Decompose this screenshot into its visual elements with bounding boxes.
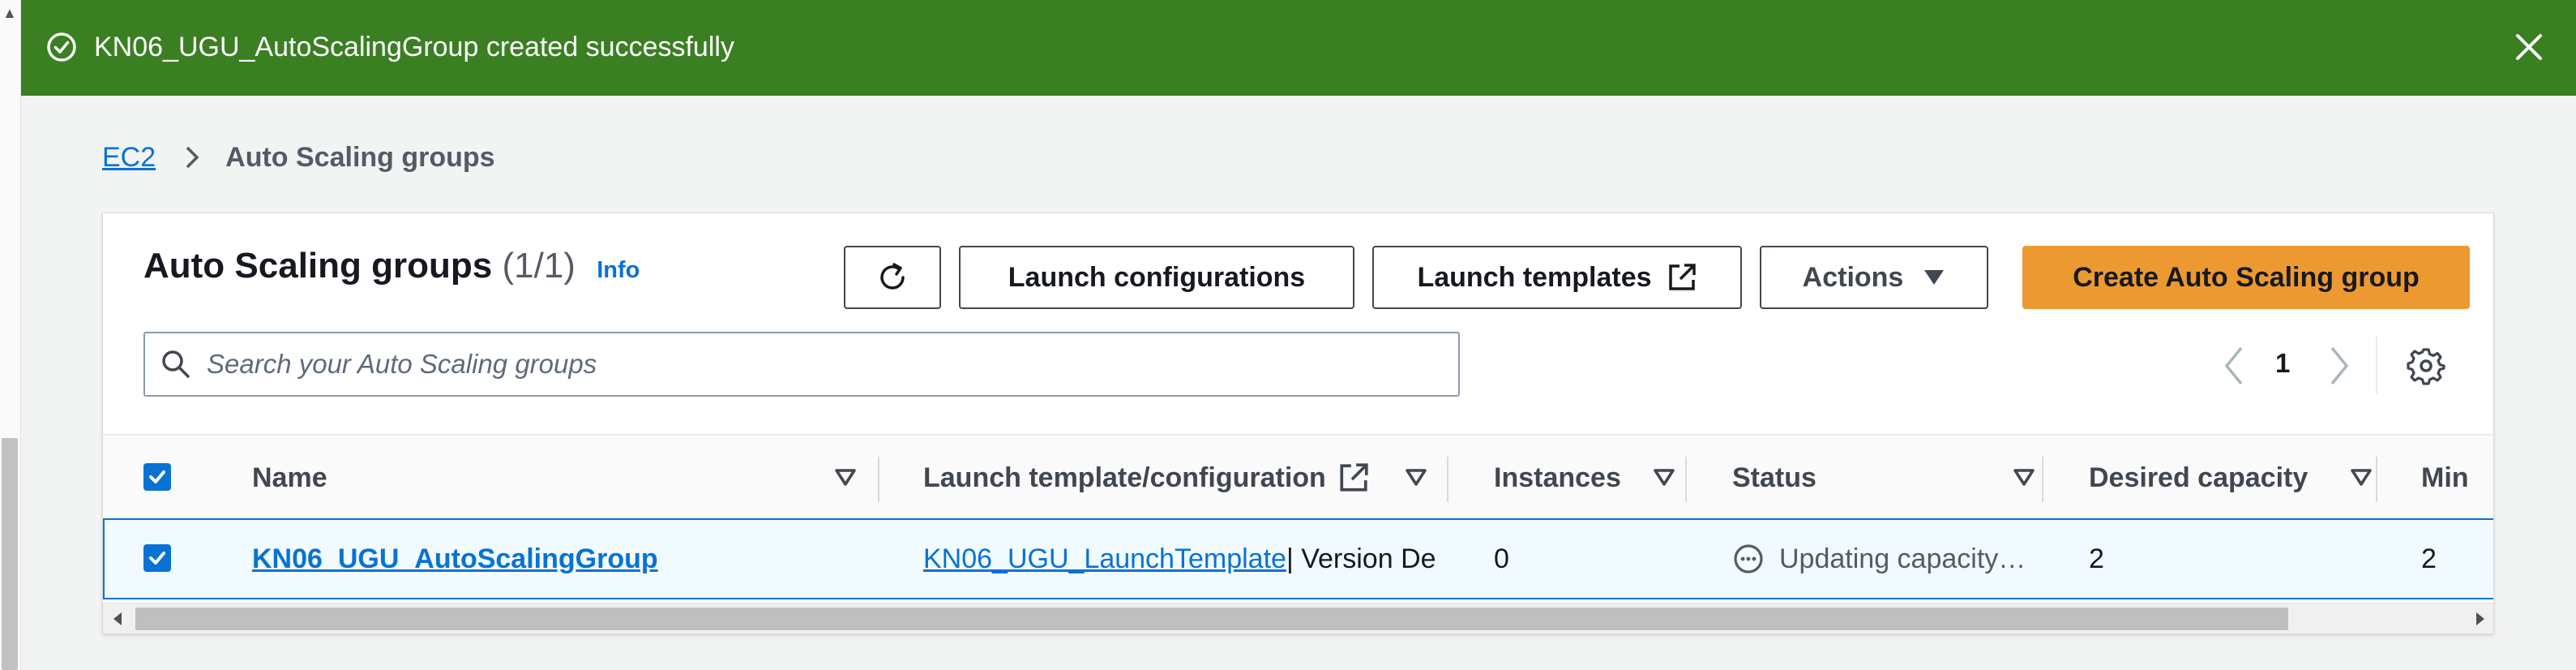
search-box[interactable] [143, 332, 1460, 397]
column-header-min[interactable]: Min [2421, 436, 2493, 520]
cell-name: KN06_UGU_AutoScalingGroup [252, 520, 658, 598]
scroll-up-icon[interactable]: ▲ [2, 5, 17, 22]
column-header-name[interactable]: Name [252, 436, 873, 520]
launch-template-link[interactable]: KN06_UGU_LaunchTemplate [923, 543, 1286, 575]
panel-count: (1/1) [502, 246, 576, 286]
breadcrumb-link-ec2[interactable]: EC2 [102, 142, 156, 174]
create-label: Create Auto Scaling group [2073, 261, 2420, 293]
launch-configurations-button[interactable]: Launch configurations [959, 246, 1354, 309]
pending-icon [1734, 544, 1763, 573]
current-page-number[interactable]: 1 [2275, 348, 2290, 379]
checkmark-icon [149, 552, 165, 565]
cell-min: 2 [2421, 520, 2437, 598]
scroll-right-icon[interactable] [2474, 611, 2487, 627]
column-header-desired-capacity-label: Desired capacity [2089, 462, 2309, 493]
column-header-desired-capacity[interactable]: Desired capacity [2089, 436, 2381, 520]
flash-message: KN06_UGU_AutoScalingGroup created succes… [94, 32, 734, 62]
table-header: Name Launch template/configuration Insta… [103, 434, 2493, 520]
sort-caret-icon[interactable] [2013, 468, 2035, 487]
launch-configurations-label: Launch configurations [1008, 261, 1306, 293]
breadcrumb: EC2 Auto Scaling groups [102, 136, 495, 178]
sort-caret-icon[interactable] [834, 468, 857, 487]
cell-desired-capacity: 2 [2089, 520, 2104, 598]
gear-icon[interactable] [2407, 346, 2445, 385]
check-circle-icon [47, 32, 76, 62]
select-all-checkbox[interactable] [143, 463, 171, 491]
column-header-status[interactable]: Status [1732, 436, 2040, 520]
column-header-status-label: Status [1732, 462, 1816, 493]
column-header-launch-template-label: Launch template/configuration [923, 462, 1326, 493]
next-page-icon[interactable] [2324, 341, 2356, 390]
pagination-divider [2376, 337, 2377, 393]
min-value: 2 [2421, 543, 2437, 574]
auto-scaling-groups-panel: Auto Scaling groups (1/1) Info Launch co… [102, 213, 2494, 634]
column-header-instances[interactable]: Instances [1494, 436, 1688, 520]
horizontal-scrollbar-thumb[interactable] [135, 608, 2288, 630]
checkmark-icon [149, 470, 165, 483]
table-row[interactable]: KN06_UGU_AutoScalingGroup KN06_UGU_Launc… [103, 518, 2493, 599]
panel-title: Auto Scaling groups (1/1) Info [143, 246, 640, 286]
desired-capacity-value: 2 [2089, 543, 2104, 574]
sort-caret-icon[interactable] [1653, 468, 1675, 487]
actions-label: Actions [1802, 261, 1904, 293]
cell-status: Updating capacity… [1732, 520, 2040, 598]
column-header-min-label: Min [2421, 462, 2469, 493]
breadcrumb-current: Auto Scaling groups [225, 141, 495, 173]
page-scrollbar-thumb[interactable] [2, 438, 18, 670]
cell-launch-template: KN06_UGU_LaunchTemplate | Version De [923, 520, 1450, 598]
column-divider[interactable] [1447, 457, 1448, 502]
instances-value: 0 [1494, 543, 1509, 574]
previous-page-icon[interactable] [2217, 341, 2249, 390]
group-name-link[interactable]: KN06_UGU_AutoScalingGroup [252, 543, 658, 575]
launch-templates-button[interactable]: Launch templates [1372, 246, 1742, 309]
row-checkbox[interactable] [143, 544, 171, 572]
chevron-right-icon [186, 146, 199, 169]
column-divider[interactable] [2042, 457, 2043, 502]
refresh-icon [880, 263, 905, 290]
status-text: Updating capacity… [1779, 543, 2026, 574]
column-header-launch-template-cell[interactable]: Launch template/configuration [923, 436, 1442, 520]
search-icon [162, 350, 190, 378]
page-scrollbar[interactable]: ▲ [0, 0, 21, 670]
close-icon[interactable] [2513, 31, 2545, 63]
launch-template-version: | Version De [1286, 543, 1436, 574]
success-flash-banner: KN06_UGU_AutoScalingGroup created succes… [21, 0, 2576, 96]
scroll-left-icon[interactable] [111, 611, 124, 627]
main-content: KN06_UGU_AutoScalingGroup created succes… [21, 0, 2576, 670]
sort-caret-icon[interactable] [2350, 468, 2373, 487]
column-header-instances-label: Instances [1494, 462, 1621, 493]
column-header-name-label: Name [252, 462, 327, 493]
launch-templates-label: Launch templates [1417, 261, 1652, 293]
panel-title-text: Auto Scaling groups [143, 246, 493, 286]
create-auto-scaling-group-button[interactable]: Create Auto Scaling group [2022, 246, 2470, 309]
external-link-icon [1340, 463, 1368, 492]
info-link[interactable]: Info [597, 257, 640, 283]
external-link-icon [1668, 264, 1696, 290]
column-divider[interactable] [1685, 457, 1687, 502]
column-divider[interactable] [878, 457, 879, 502]
refresh-button[interactable] [844, 246, 941, 309]
column-divider[interactable] [2376, 457, 2377, 502]
search-input[interactable] [207, 349, 1423, 380]
cell-instances: 0 [1494, 520, 1509, 598]
table-horizontal-scrollbar[interactable] [103, 603, 2493, 633]
actions-dropdown-button[interactable]: Actions [1760, 246, 1988, 309]
caret-down-icon [1924, 270, 1945, 285]
sort-caret-icon[interactable] [1405, 468, 1427, 487]
